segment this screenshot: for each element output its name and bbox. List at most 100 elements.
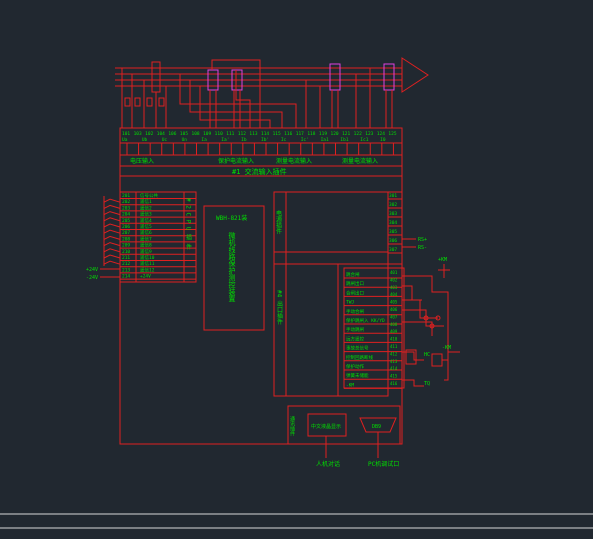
output-terminal: 402 [390, 277, 398, 282]
top-terminal-number: 118 [307, 131, 315, 137]
left-terminal-label: 遥信3 [140, 211, 152, 218]
top-terminal-number: 122 [354, 131, 362, 137]
caption-hmi: 人机对话 [316, 460, 340, 468]
top-terminal-number-row: 101 103 102 104 106 105 108 109 110 111 112 113 114 1… [122, 131, 397, 137]
power-module [273, 191, 389, 253]
output-label: TWJ [346, 300, 354, 306]
bus-arrow-icon [401, 57, 429, 93]
group-measure-current-2: 测量电流输入 [342, 157, 378, 165]
output-terminal: 416 [390, 381, 398, 386]
top-terminal-number: 120 [331, 131, 339, 137]
top-terminal-name: Ib1 [340, 137, 348, 143]
output-label: 事故总信号 [346, 345, 369, 352]
top-terminal-number: 116 [284, 131, 292, 137]
output-label: 手动合闸 [346, 308, 364, 315]
top-terminal-name: Ua [122, 137, 128, 143]
output-label: 保护跳闸入 KK/YD [346, 317, 385, 324]
top-terminal-number: 109 [203, 131, 211, 137]
top-terminal-number: 111 [226, 131, 234, 137]
device-model: WBH-821装 [216, 214, 247, 222]
top-terminal-number: 102 [145, 131, 153, 137]
top-terminal-name: Ia' [221, 137, 229, 143]
top-terminal-number: 124 [377, 131, 385, 137]
top-terminal-name: Ib' [261, 137, 269, 143]
top-terminal-number: 110 [215, 131, 223, 137]
output-label: 跳合闸 [346, 271, 360, 278]
top-terminal-number: 117 [296, 131, 304, 137]
left-terminal-label: 信号公共 [140, 192, 158, 199]
top-terminal-name-row: Ua Ub Uc Un Ia Ia' Ib Ib' Ic Ic' Ia1 Ib1 Ic1 I0 [122, 137, 386, 143]
lcd-display-label: 中文液晶显示 [311, 423, 341, 430]
top-terminal-number: 119 [319, 131, 327, 137]
pt-transformer-icon [151, 61, 161, 93]
top-terminal-name: Ic' [301, 137, 309, 143]
right-top-terminal: 307 [389, 247, 397, 253]
left-terminal-label: 遥信6 [140, 229, 152, 236]
output-terminal: 401 [390, 270, 398, 275]
right-top-terminal: 302 [389, 202, 397, 208]
wiring-diagram-canvas: 101 103 102 104 106 105 108 109 110 111 112 113 114 1… [0, 57, 593, 529]
top-terminal-name: Ib [241, 137, 247, 143]
output-label: 控制回路断线 [346, 354, 373, 361]
ac-module-title: #1 交流输入插件 [232, 167, 287, 176]
output-terminal: 409 [390, 329, 398, 334]
coil-hc-label: HC [424, 352, 430, 358]
right-top-terminal: 303 [389, 211, 397, 217]
output-terminal: 408 [390, 322, 398, 327]
group-protect-current: 保护电流输入 [218, 157, 254, 165]
comm-module [287, 405, 401, 445]
left-terminal-label: 遥信2 [140, 204, 152, 211]
left-terminal-label: 遥信1 [140, 198, 152, 205]
output-terminal: 414 [390, 366, 398, 371]
right-top-terminal: 306 [389, 238, 397, 244]
tq-coil-icon [431, 353, 443, 367]
top-terminal-name: Un [182, 137, 188, 143]
db9-label: DB9 [372, 424, 381, 430]
top-terminal-name: Ic [281, 137, 287, 143]
output-terminal: 410 [390, 337, 398, 342]
group-voltage-input: 电压输入 [130, 157, 154, 165]
top-terminal-number: 101 [122, 131, 130, 137]
output-label: -KM [346, 382, 354, 388]
output-terminal: 413 [390, 359, 398, 364]
output-terminal: 403 [390, 285, 398, 290]
top-terminal-number: 108 [192, 131, 200, 137]
top-terminal-number: 103 [134, 131, 142, 137]
output-rows: 跳合闸跳闸出口合闸出口 TWJ 手动合闸保护跳闸入 KK/YD 手动跳闸远方遥控事故总… [344, 270, 402, 389]
left-terminal-label: 遥信10 [140, 254, 155, 261]
top-terminal-number: 123 [365, 131, 373, 137]
output-terminal: 404 [390, 292, 398, 297]
output-terminal: 411 [390, 344, 398, 349]
top-terminal-number: 125 [388, 131, 396, 137]
output-label: 弹簧未储能 [346, 372, 369, 379]
top-terminal-number: 121 [342, 131, 350, 137]
left-terminal-label: 遥信11 [140, 260, 155, 267]
rs-plus: RS+ [418, 237, 427, 243]
control-circuit [402, 275, 460, 387]
power-module-label: 电源插件 [275, 209, 282, 235]
output-terminal: 412 [390, 351, 398, 356]
right-top-terminals: 301 302 303 304 305 306 307 [387, 191, 403, 265]
output-terminal: 415 [390, 374, 398, 379]
left-terminal-label: 遥信5 [140, 223, 152, 230]
top-terminal-number: 104 [157, 131, 165, 137]
top-terminal-name: Uc [162, 137, 168, 143]
left-terminal-label: 遥信4 [140, 217, 152, 224]
group-measure-current-1: 测量电流输入 [276, 157, 312, 165]
left-power-minus: -24V [86, 275, 98, 281]
top-terminal-number: 114 [261, 131, 269, 137]
top-terminal-name: Ic1 [360, 137, 368, 143]
top-terminal-name: I0 [380, 137, 386, 143]
coil-tq-label: TQ [424, 381, 430, 387]
ac-input-bus [115, 57, 429, 128]
cpu-label: # 2 C P U 插 件 [185, 198, 192, 251]
left-terminal-label: 遥信9 [140, 248, 152, 255]
output-terminal: 406 [390, 307, 398, 312]
comm-module-label: 通讯插件 [289, 415, 295, 437]
left-terminal-label: 遥信12 [140, 266, 155, 273]
output-label: 跳闸出口 [346, 280, 364, 287]
left-input-wires [103, 196, 121, 266]
top-terminal-number: 115 [273, 131, 281, 137]
right-top-terminal: 304 [389, 220, 397, 226]
output-label: 保护动作 [346, 363, 364, 370]
